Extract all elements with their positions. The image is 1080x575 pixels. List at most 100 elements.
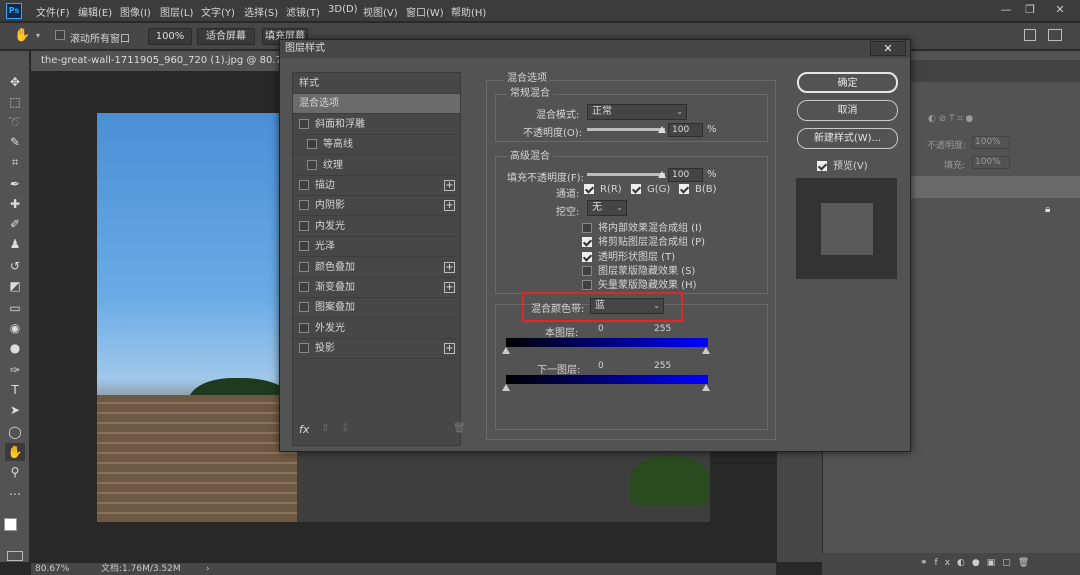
advanced-option-checkbox[interactable]: 矢量蒙版隐藏效果 (H) <box>582 276 697 291</box>
trash-icon[interactable]: 🗑 <box>453 423 466 434</box>
healing-brush-icon[interactable]: ✚ <box>5 195 25 213</box>
menu-filter[interactable]: 滤镜(T) <box>286 4 320 19</box>
style-item[interactable]: 内阴影 + <box>293 196 460 217</box>
add-style-icon[interactable]: + <box>444 343 455 355</box>
style-item[interactable]: 纹理 <box>293 156 460 176</box>
style-item[interactable]: 斜面和浮雕 <box>293 115 460 135</box>
fx-icon[interactable]: fx <box>299 423 309 436</box>
menu-3d[interactable]: 3D(D) <box>328 4 358 15</box>
opacity-slider-thumb[interactable] <box>658 126 666 133</box>
style-checkbox[interactable] <box>299 180 309 190</box>
zoom-100-button[interactable]: 100% <box>148 28 192 45</box>
chevron-down-icon[interactable]: ▾ <box>36 31 40 40</box>
advanced-option-checkbox[interactable]: 将剪贴图层混合成组 (P) <box>582 233 705 248</box>
style-item[interactable]: 内发光 <box>293 217 460 237</box>
checkbox-box[interactable] <box>582 237 592 248</box>
knockout-select[interactable]: 无 ⌄ <box>587 200 627 216</box>
crop-tool-icon[interactable]: ⌗ <box>5 153 25 171</box>
move-down-icon[interactable]: ⇩ <box>341 423 349 434</box>
style-checkbox[interactable] <box>299 118 309 129</box>
style-item[interactable]: 描边 + <box>293 176 460 196</box>
menu-image[interactable]: 图像(I) <box>120 4 151 19</box>
channel-b-checkbox[interactable]: B(B) <box>679 184 717 195</box>
menu-edit[interactable]: 编辑(E) <box>78 4 112 19</box>
move-up-icon[interactable]: ⇧ <box>321 423 329 434</box>
fill-opacity-slider-thumb[interactable] <box>658 171 666 178</box>
menu-help[interactable]: 帮助(H) <box>451 4 486 19</box>
style-checkbox[interactable] <box>299 200 309 211</box>
menu-type[interactable]: 文字(Y) <box>201 4 235 19</box>
style-item[interactable]: 图案叠加 <box>293 298 460 319</box>
cancel-button[interactable]: 取消 <box>797 100 898 121</box>
menu-file[interactable]: 文件(F) <box>36 4 70 19</box>
type-tool-icon[interactable]: T <box>5 381 25 399</box>
style-item[interactable]: 投影 + <box>293 339 460 360</box>
foreground-color-swatch[interactable] <box>4 518 17 531</box>
opacity-slider[interactable] <box>587 128 665 131</box>
scroll-all-checkbox[interactable] <box>55 30 71 41</box>
restore-icon[interactable]: ❐ <box>1020 2 1040 18</box>
fit-screen-button[interactable]: 适合屏幕 <box>197 28 255 45</box>
underlying-black-thumb[interactable] <box>502 384 510 391</box>
style-checkbox[interactable] <box>299 282 309 292</box>
document-tab[interactable]: the-great-wall-1711905_960_720 (1).jpg @… <box>31 51 281 71</box>
style-checkbox[interactable] <box>307 139 317 150</box>
channel-r-checkbox[interactable]: R(R) <box>584 184 622 195</box>
panel-toggle-icon[interactable] <box>1048 29 1062 41</box>
status-zoom[interactable]: 80.67% <box>35 563 69 575</box>
move-tool-icon[interactable]: ✥ <box>5 73 25 91</box>
advanced-option-checkbox[interactable]: 将内部效果混合成组 (I) <box>582 219 702 234</box>
eraser-tool-icon[interactable]: ◩ <box>5 277 25 295</box>
advanced-option-checkbox[interactable]: 图层蒙版隐藏效果 (S) <box>582 262 695 277</box>
status-arrow-icon[interactable]: › <box>206 563 210 575</box>
fill-opacity-input[interactable]: 100 <box>668 168 703 182</box>
add-style-icon[interactable]: + <box>444 200 455 212</box>
stamp-tool-icon[interactable]: ♟ <box>5 235 25 253</box>
this-layer-white-thumb[interactable] <box>702 347 710 354</box>
opacity-input[interactable]: 100 <box>668 123 703 137</box>
hand-tool-icon[interactable]: ✋ <box>5 443 25 461</box>
style-checkbox[interactable] <box>299 220 309 231</box>
style-checkbox[interactable] <box>299 343 309 354</box>
fill-opacity-slider[interactable] <box>587 173 665 176</box>
quick-mask-icon[interactable] <box>7 551 23 561</box>
zoom-tool-icon[interactable]: ⚲ <box>5 463 25 481</box>
lasso-tool-icon[interactable]: ➰ <box>5 113 25 131</box>
checkbox-box[interactable] <box>582 251 592 262</box>
opacity-field[interactable]: 100% <box>972 136 1010 149</box>
dodge-tool-icon[interactable]: ● <box>5 339 25 357</box>
style-item[interactable]: 样式 <box>293 74 460 94</box>
style-item[interactable]: 光泽 <box>293 237 460 258</box>
style-item[interactable]: 渐变叠加 + <box>293 278 460 298</box>
hand-tool-icon[interactable]: ✋ <box>14 28 30 43</box>
menu-layer[interactable]: 图层(L) <box>160 4 193 19</box>
style-item[interactable]: 等高线 <box>293 135 460 156</box>
checkbox-box[interactable] <box>582 265 592 276</box>
style-checkbox[interactable] <box>299 322 309 333</box>
path-select-icon[interactable]: ➤ <box>5 401 25 419</box>
menu-select[interactable]: 选择(S) <box>244 4 278 19</box>
checkbox-box[interactable] <box>582 280 592 291</box>
style-checkbox[interactable] <box>299 302 309 313</box>
underlying-white-thumb[interactable] <box>702 384 710 391</box>
dialog-close-button[interactable]: ✕ <box>870 41 906 56</box>
minimize-icon[interactable]: — <box>996 2 1016 18</box>
style-item[interactable]: 混合选项 <box>293 94 460 115</box>
style-item[interactable]: 外发光 <box>293 319 460 339</box>
this-layer-black-thumb[interactable] <box>502 347 510 354</box>
ok-button[interactable]: 确定 <box>797 72 898 93</box>
blur-tool-icon[interactable]: ◉ <box>5 319 25 337</box>
blend-mode-select[interactable]: 正常 ⌄ <box>587 104 687 120</box>
pen-tool-icon[interactable]: ✑ <box>5 361 25 379</box>
style-checkbox[interactable] <box>299 241 309 252</box>
style-checkbox[interactable] <box>307 159 317 170</box>
quick-select-tool-icon[interactable]: ✎ <box>5 133 25 151</box>
new-style-button[interactable]: 新建样式(W)... <box>797 128 898 149</box>
workspace-icon[interactable] <box>1024 29 1036 41</box>
dialog-title[interactable]: 图层样式 <box>280 40 910 58</box>
brush-tool-icon[interactable]: ✐ <box>5 215 25 233</box>
add-style-icon[interactable]: + <box>444 180 455 191</box>
fill-field[interactable]: 100% <box>972 156 1010 169</box>
eyedropper-tool-icon[interactable]: ✒ <box>5 175 25 193</box>
layer-filter-icons[interactable]: ◐ ⊘ T ⌗ ● <box>928 114 973 124</box>
